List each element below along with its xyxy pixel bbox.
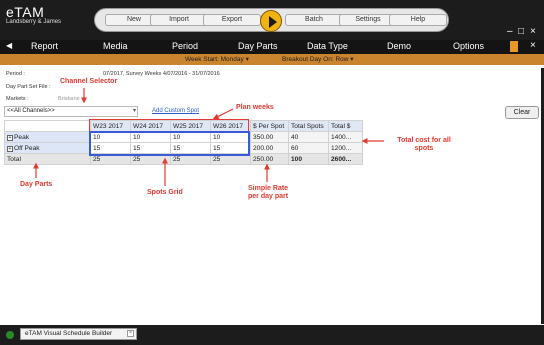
annotation-arrows [33,88,384,186]
app-icon [6,331,14,339]
footer-tab[interactable]: eTAM Visual Schedule Builder [20,328,137,340]
arrow-plan-weeks [212,108,234,120]
footer-tab-close-icon[interactable]: × [127,330,134,337]
